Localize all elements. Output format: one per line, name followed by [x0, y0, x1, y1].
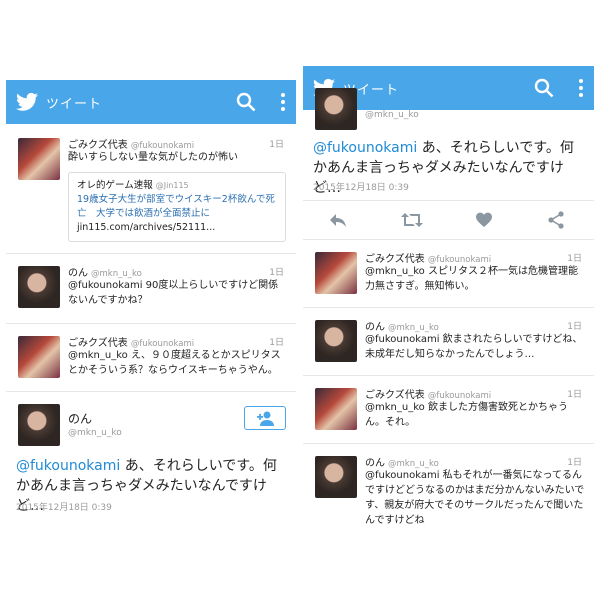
tweet-item[interactable]: ごみクズ代表 @fukounokami 1日 @mkn_u_ko 飲ました方傷害致…: [303, 376, 594, 444]
search-icon[interactable]: [236, 92, 256, 112]
user-name: ごみクズ代表 @fukounokami: [68, 338, 195, 349]
detail-date: 2015年12月18日 0:39: [16, 503, 112, 513]
tweet-text: @mkn_u_ko 飲ました方傷害致死とかちゃうん。それ。: [365, 402, 568, 428]
tweet-text: 酔いすらしない量な気がしたのが怖い: [68, 152, 238, 163]
more-vert-icon[interactable]: [280, 92, 286, 112]
avatar[interactable]: [315, 320, 357, 362]
tweet-item[interactable]: のん @mkn_u_ko 1日 @fukounokami 90度以上らしいですけど…: [6, 254, 296, 324]
tweet-detail: のん @mkn_u_ko @fukounokami あ、それらしいです。何かあん…: [6, 392, 296, 530]
user-name: のん @mkn_u_ko: [68, 268, 142, 279]
avatar[interactable]: [18, 266, 60, 308]
detail-user-handle: @mkn_u_ko: [68, 428, 122, 438]
like-icon[interactable]: [475, 211, 493, 229]
tweet-item[interactable]: ごみクズ代表 @fukounokami 1日 @mkn_u_ko え、９０度超える…: [6, 324, 296, 392]
user-name: ごみクズ代表 @fukounokami: [365, 390, 492, 401]
avatar[interactable]: [18, 336, 60, 378]
tweet-text: @fukounokami 90度以上らしいですけど関係ないんですかね？: [68, 280, 279, 306]
tweet-time: 1日: [567, 458, 582, 468]
right-screen: ツイート @mkn_u_ko @fukounokami あ、それらしいです。何か…: [303, 66, 594, 541]
avatar[interactable]: [315, 88, 357, 130]
tweet-text: @fukounokami 私もそれが一番気になってるんですけどどうなるのかはまだ…: [365, 470, 585, 526]
card-title[interactable]: 19歳女子大生が部室でウイスキー2杯飲んで死亡 大学では飲酒が全面禁止に: [77, 193, 277, 221]
tweet-detail: @mkn_u_ko @fukounokami あ、それらしいです。何かあんま言っ…: [303, 88, 594, 206]
detail-user-name: のん: [68, 412, 93, 426]
retweet-icon[interactable]: [401, 211, 423, 229]
avatar[interactable]: [315, 252, 357, 294]
link-card[interactable]: オレ的ゲーム速報 @Jin115 19歳女子大生が部室でウイスキー2杯飲んで死亡 …: [68, 172, 286, 242]
search-icon[interactable]: [534, 78, 554, 98]
tweet-time: 1日: [269, 268, 284, 278]
tweet-time: 1日: [567, 254, 582, 264]
detail-date: 2015年12月18日 0:39: [313, 183, 409, 193]
twitter-bird-icon: [16, 92, 38, 111]
user-name: のん @mkn_u_ko: [365, 458, 439, 469]
tweet-time: 1日: [567, 322, 582, 332]
share-icon[interactable]: [547, 211, 565, 229]
tweet-item[interactable]: ごみクズ代表 @fukounokami 1日 酔いすらしない量な気がしたのが怖い …: [6, 124, 296, 254]
tweet-time: 1日: [269, 140, 284, 150]
appbar-title: ツイート: [46, 97, 103, 112]
tweet-time: 1日: [269, 338, 284, 348]
user-name: ごみクズ代表 @fukounokami: [68, 140, 195, 151]
app-bar: ツイート: [6, 80, 296, 124]
tweet-text: @mkn_u_ko え、９０度超えるとかスピリタスとかそういう系？ならウイスキー…: [68, 350, 281, 376]
tweet-item[interactable]: のん @mkn_u_ko 1日 @fukounokami 飲まされたらしいですけど…: [303, 308, 594, 376]
reply-icon[interactable]: [329, 211, 347, 229]
avatar[interactable]: [18, 138, 60, 180]
user-name: のん @mkn_u_ko: [365, 322, 439, 333]
detail-user-handle: @mkn_u_ko: [365, 110, 419, 120]
mention-link[interactable]: @fukounokami: [313, 140, 417, 156]
follow-button[interactable]: [244, 406, 286, 430]
left-screen: ツイート ごみクズ代表 @fukounokami 1日 酔いすらしない量な気がした…: [6, 80, 296, 530]
user-name: ごみクズ代表 @fukounokami: [365, 254, 492, 265]
avatar[interactable]: [315, 456, 357, 498]
tweet-text: @mkn_u_ko スピリタス２杯一気は危機管理能力無さすぎ。無知怖い。: [365, 266, 578, 292]
action-bar: [303, 200, 594, 240]
tweet-item[interactable]: のん @mkn_u_ko 1日 @fukounokami 私もそれが一番気になって…: [303, 444, 594, 541]
tweet-item[interactable]: ごみクズ代表 @fukounokami 1日 @mkn_u_ko スピリタス２杯一…: [303, 240, 594, 308]
avatar[interactable]: [18, 404, 60, 446]
avatar[interactable]: [315, 388, 357, 430]
card-source-handle: @Jin115: [155, 181, 189, 190]
more-vert-icon[interactable]: [578, 78, 584, 98]
card-url[interactable]: jin115.com/archives/52111...: [77, 221, 277, 235]
follow-icon: [257, 411, 274, 426]
tweet-text: @fukounokami 飲まされたらしいですけどね、未成年だし知らなかったんで…: [365, 334, 583, 360]
card-source: オレ的ゲーム速報 @Jin115: [77, 180, 189, 191]
mention-link[interactable]: @fukounokami: [16, 458, 120, 474]
tweet-time: 1日: [567, 390, 582, 400]
